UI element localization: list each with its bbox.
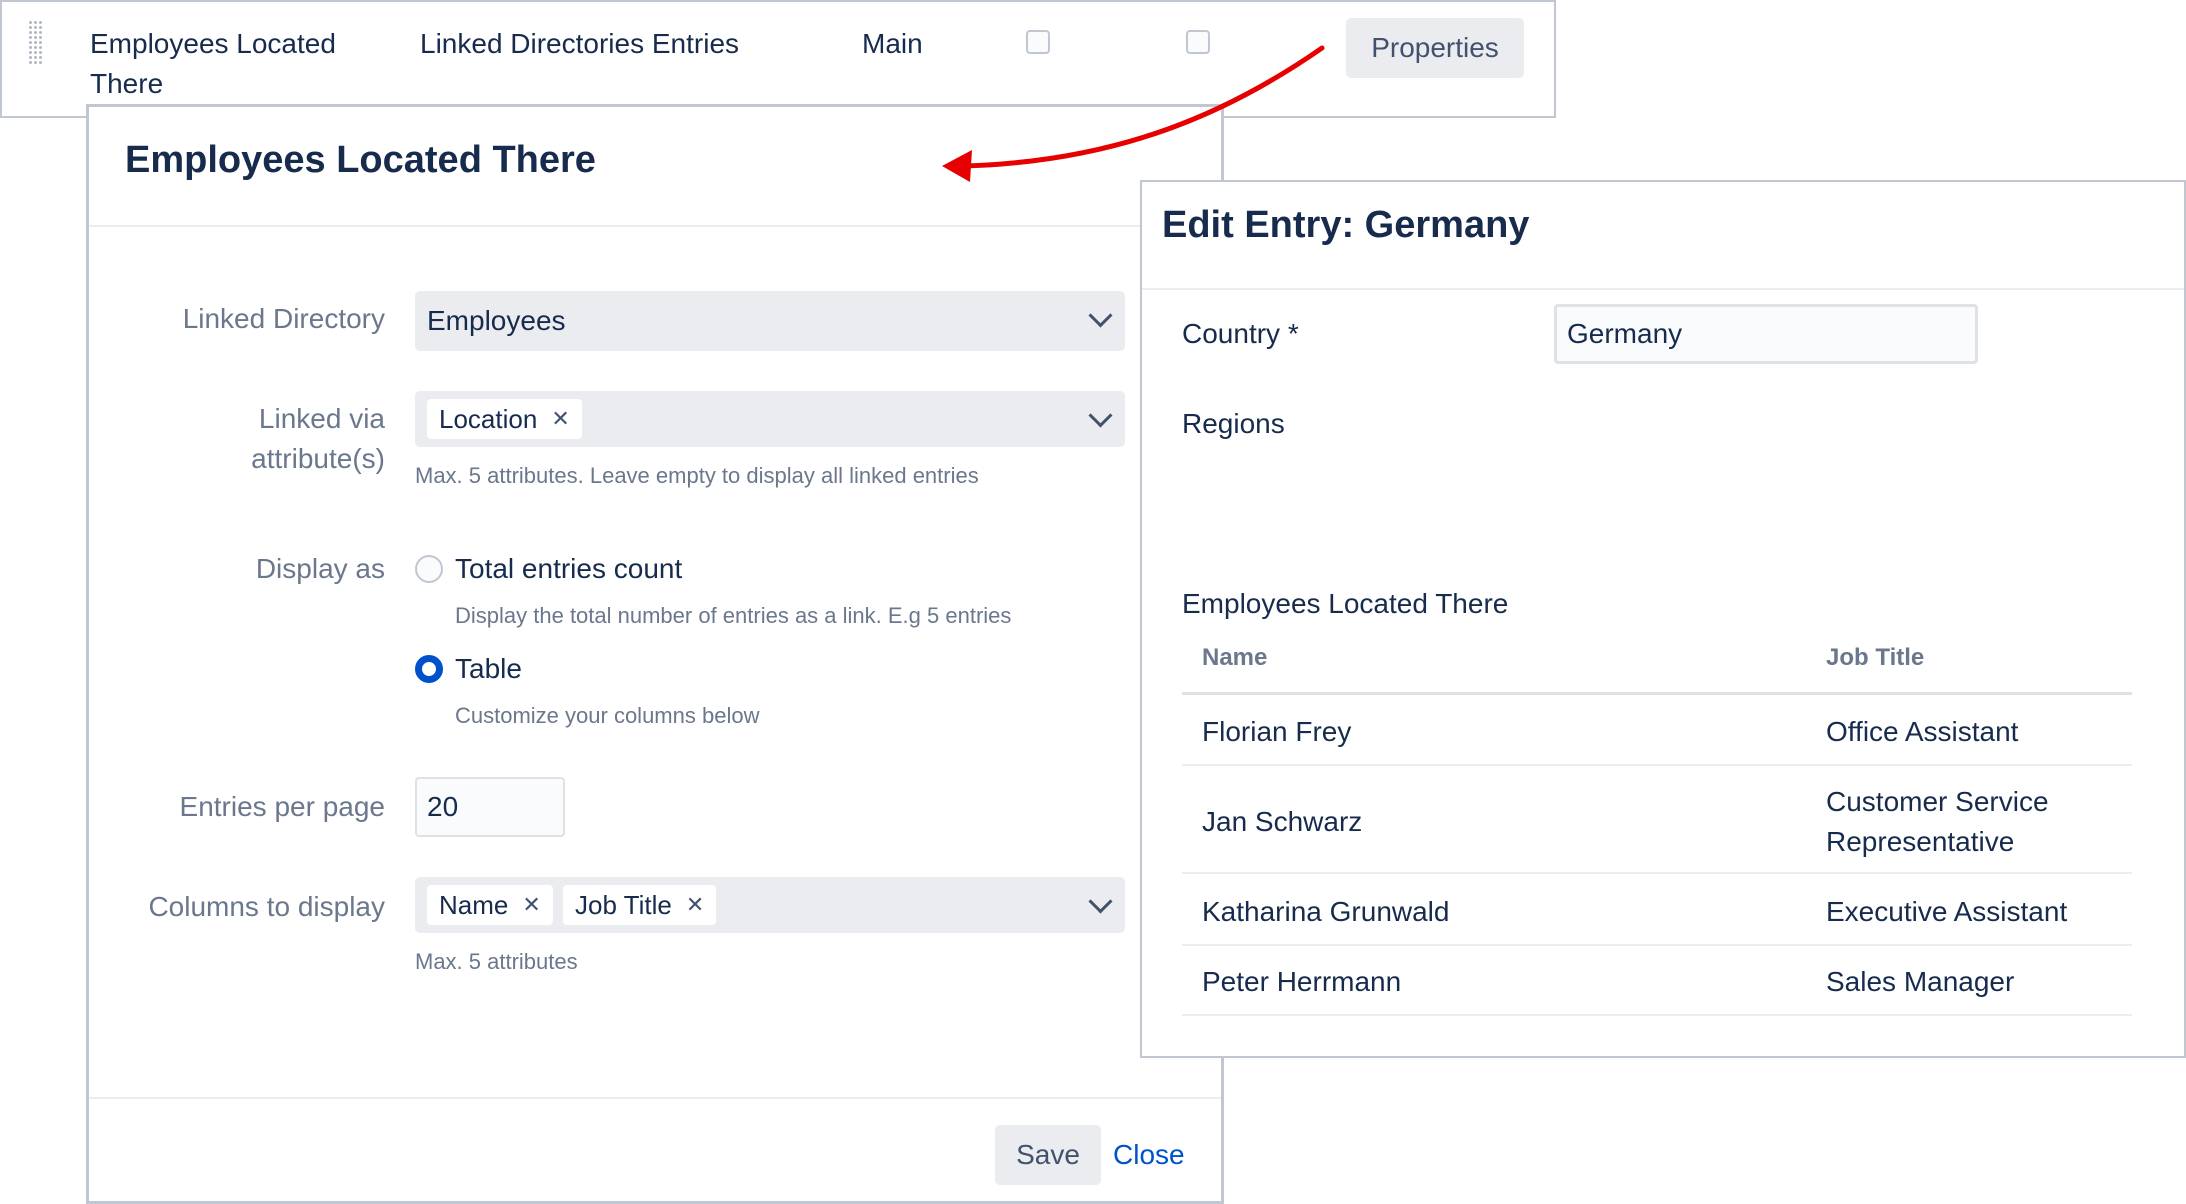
radio-table-help: Customize your columns below	[455, 703, 760, 728]
save-button[interactable]: Save	[995, 1125, 1101, 1185]
header-divider	[1142, 288, 2184, 290]
tag-label: Location	[439, 404, 538, 434]
remove-tag-icon[interactable]: ✕	[522, 885, 540, 925]
attribute-name: Employees Located There	[90, 28, 336, 99]
chevron-down-icon	[1088, 403, 1113, 428]
column-header-name[interactable]: Name	[1202, 644, 1267, 672]
tag-label: Job Title	[575, 890, 672, 920]
header-rule	[1182, 692, 2132, 695]
attribute-type: Linked Directories Entries	[420, 28, 740, 59]
linked-via-label: Linked via attribute(s)	[251, 403, 385, 474]
edit-entry-dialog: Edit Entry: Germany Country * Germany Re…	[1140, 180, 2186, 1058]
tag-name: Name ✕	[427, 885, 553, 925]
radio-table[interactable]	[415, 655, 443, 683]
remove-tag-icon[interactable]: ✕	[686, 885, 704, 925]
row-divider	[1182, 944, 2132, 946]
linked-directory-label: Linked Directory	[182, 303, 385, 334]
drag-handle-icon[interactable]	[28, 20, 44, 64]
required-checkbox[interactable]	[1026, 30, 1050, 54]
tag-location: Location ✕	[427, 399, 582, 439]
section-label: Employees Located There	[1182, 588, 1509, 619]
attribute-group: Main	[862, 28, 923, 59]
cell-name: Peter Herrmann	[1202, 966, 1402, 997]
footer-divider	[89, 1097, 1221, 1099]
properties-dialog: Employees Located There Linked Directory…	[86, 104, 1224, 1204]
cell-name: Jan Schwarz	[1202, 806, 1363, 837]
columns-to-display-label: Columns to display	[148, 891, 385, 922]
cell-name: Katharina Grunwald	[1202, 896, 1450, 927]
radio-total-count[interactable]	[415, 555, 443, 583]
linked-via-select[interactable]: Location ✕	[415, 391, 1125, 447]
chevron-down-icon	[1088, 889, 1113, 914]
radio-table-label[interactable]: Table	[455, 649, 522, 689]
tag-job-title: Job Title ✕	[563, 885, 717, 925]
entries-per-page-label: Entries per page	[179, 791, 385, 822]
display-as-label: Display as	[255, 553, 385, 584]
radio-total-count-help: Display the total number of entries as a…	[455, 603, 1012, 628]
dialog-title: Employees Located There	[125, 139, 596, 181]
country-label: Country *	[1182, 318, 1299, 349]
cell-job-title: Customer Service Representative	[1826, 786, 2049, 857]
properties-button[interactable]: Properties	[1346, 18, 1524, 78]
country-input[interactable]: Germany	[1554, 304, 1978, 364]
unique-checkbox[interactable]	[1186, 30, 1210, 54]
entries-per-page-input[interactable]: 20	[415, 777, 565, 837]
header-divider	[89, 225, 1221, 227]
radio-total-count-label[interactable]: Total entries count	[455, 549, 682, 589]
columns-help: Max. 5 attributes	[415, 949, 578, 974]
row-divider	[1182, 1014, 2132, 1016]
cell-job-title: Office Assistant	[1826, 716, 2019, 747]
columns-to-display-select[interactable]: Name ✕ Job Title ✕	[415, 877, 1125, 933]
linked-via-help: Max. 5 attributes. Leave empty to displa…	[415, 463, 979, 488]
linked-directory-value: Employees	[427, 305, 566, 336]
remove-tag-icon[interactable]: ✕	[551, 399, 569, 439]
cell-job-title: Executive Assistant	[1826, 896, 2068, 927]
row-divider	[1182, 872, 2132, 874]
chevron-down-icon	[1088, 303, 1113, 328]
dialog-title: Edit Entry: Germany	[1162, 204, 1530, 246]
column-header-job-title[interactable]: Job Title	[1826, 644, 1924, 672]
tag-label: Name	[439, 890, 509, 920]
attribute-row: Employees Located There Linked Directori…	[0, 0, 1556, 118]
regions-label: Regions	[1182, 408, 1285, 439]
linked-directory-select[interactable]: Employees	[415, 291, 1125, 351]
cell-name: Florian Frey	[1202, 716, 1352, 747]
cell-job-title: Sales Manager	[1826, 966, 2015, 997]
row-divider	[1182, 764, 2132, 766]
close-button[interactable]: Close	[1113, 1135, 1185, 1175]
